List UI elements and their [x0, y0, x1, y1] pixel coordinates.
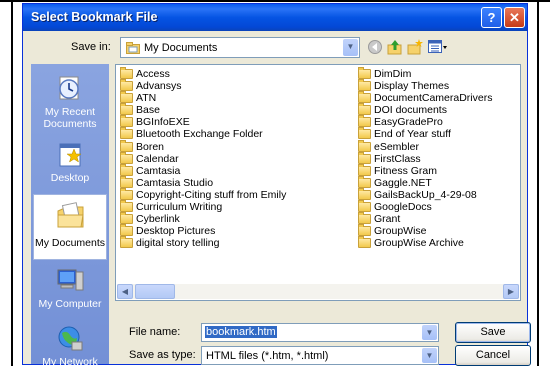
my-computer-icon [57, 269, 84, 291]
title-bar[interactable]: Select Bookmark File ? ✕ [23, 4, 527, 31]
folder-icon [120, 163, 133, 176]
back-icon[interactable] [367, 39, 383, 55]
folder-icon [358, 236, 371, 249]
place-my-documents[interactable]: My Documents [33, 194, 107, 260]
folder-icon [120, 151, 133, 164]
file-list[interactable]: Access Advansys ATN Base BGInfoEXE Bluet… [115, 64, 521, 301]
scroll-right-icon[interactable]: ▶ [503, 284, 519, 299]
folder-icon [120, 187, 133, 200]
folder-icon [358, 175, 371, 188]
page-frame-left [11, 0, 13, 366]
folder-icon [358, 67, 371, 79]
folder-icon [120, 139, 133, 152]
folder-icon [120, 91, 133, 104]
select-bookmark-dialog: Select Bookmark File ? ✕ Save in: My Doc… [22, 3, 531, 368]
place-label: My Recent Documents [43, 106, 97, 130]
folder-icon [120, 127, 133, 140]
desktop-icon [59, 143, 82, 167]
places-bar: My Recent Documents Desktop My Documents [31, 64, 109, 368]
place-my-recent-documents[interactable]: My Recent Documents [33, 68, 107, 134]
chevron-down-icon[interactable]: ▼ [422, 325, 437, 340]
folder-icon [120, 175, 133, 188]
my-documents-icon [57, 202, 84, 228]
folder-icon [120, 103, 133, 116]
place-desktop[interactable]: Desktop [33, 134, 107, 200]
save-as-type-dropdown[interactable]: HTML files (*.htm, *.html) ▼ [201, 346, 439, 365]
folder-icon [358, 115, 371, 128]
cancel-button[interactable]: Cancel [455, 345, 531, 366]
folder-icon [120, 200, 133, 213]
my-network-icon [58, 326, 83, 351]
views-menu-icon[interactable] [428, 39, 448, 55]
my-documents-small-icon [126, 42, 140, 54]
close-button[interactable]: ✕ [504, 7, 525, 28]
place-label: My Documents [34, 237, 106, 249]
folder-icon [358, 139, 371, 152]
folder-icon [358, 212, 371, 225]
folder-icon [120, 212, 133, 225]
place-my-computer[interactable]: My Computer [33, 260, 107, 326]
page-frame-right [537, 0, 539, 366]
help-button[interactable]: ? [481, 7, 502, 28]
folder-icon [358, 187, 371, 200]
place-label: My Computer [38, 298, 102, 310]
folder-icon [358, 103, 371, 116]
save-as-type-value: HTML files (*.htm, *.html) [206, 350, 329, 362]
horizontal-scrollbar[interactable]: ◀ ▶ [117, 284, 519, 299]
page-frame-top [0, 0, 550, 2]
place-my-network[interactable]: My Network [33, 318, 107, 384]
chevron-down-icon[interactable]: ▼ [422, 348, 437, 363]
folder-icon [120, 224, 133, 237]
folder-icon [358, 200, 371, 213]
folder-icon [358, 163, 371, 176]
folder-icon [120, 67, 133, 79]
save-in-value: My Documents [144, 42, 218, 54]
folder-icon [358, 91, 371, 104]
up-folder-icon[interactable] [387, 39, 403, 55]
place-label: My Network [42, 356, 98, 368]
file-name-input[interactable]: bookmark.htm ▼ [201, 323, 439, 342]
folder-icon [358, 224, 371, 237]
chevron-down-icon[interactable]: ▼ [343, 39, 358, 56]
scroll-left-icon[interactable]: ◀ [117, 284, 133, 299]
new-folder-icon[interactable] [407, 39, 423, 55]
scroll-thumb[interactable] [135, 284, 175, 299]
save-in-label: Save in: [71, 41, 111, 53]
save-in-dropdown[interactable]: My Documents ▼ [120, 37, 360, 58]
save-button[interactable]: Save [455, 322, 531, 343]
dialog-title: Select Bookmark File [31, 10, 158, 24]
file-name-value: bookmark.htm [205, 326, 277, 338]
folder-icon [358, 151, 371, 164]
folder-icon [358, 127, 371, 140]
save-as-type-label: Save as type: [129, 349, 196, 361]
folder-icon [120, 236, 133, 249]
file-name-label: File name: [129, 326, 181, 338]
folder-icon [358, 79, 371, 92]
place-label: Desktop [50, 172, 90, 184]
folder-icon [120, 115, 133, 128]
recent-documents-icon [59, 76, 79, 100]
folder-icon [120, 79, 133, 92]
